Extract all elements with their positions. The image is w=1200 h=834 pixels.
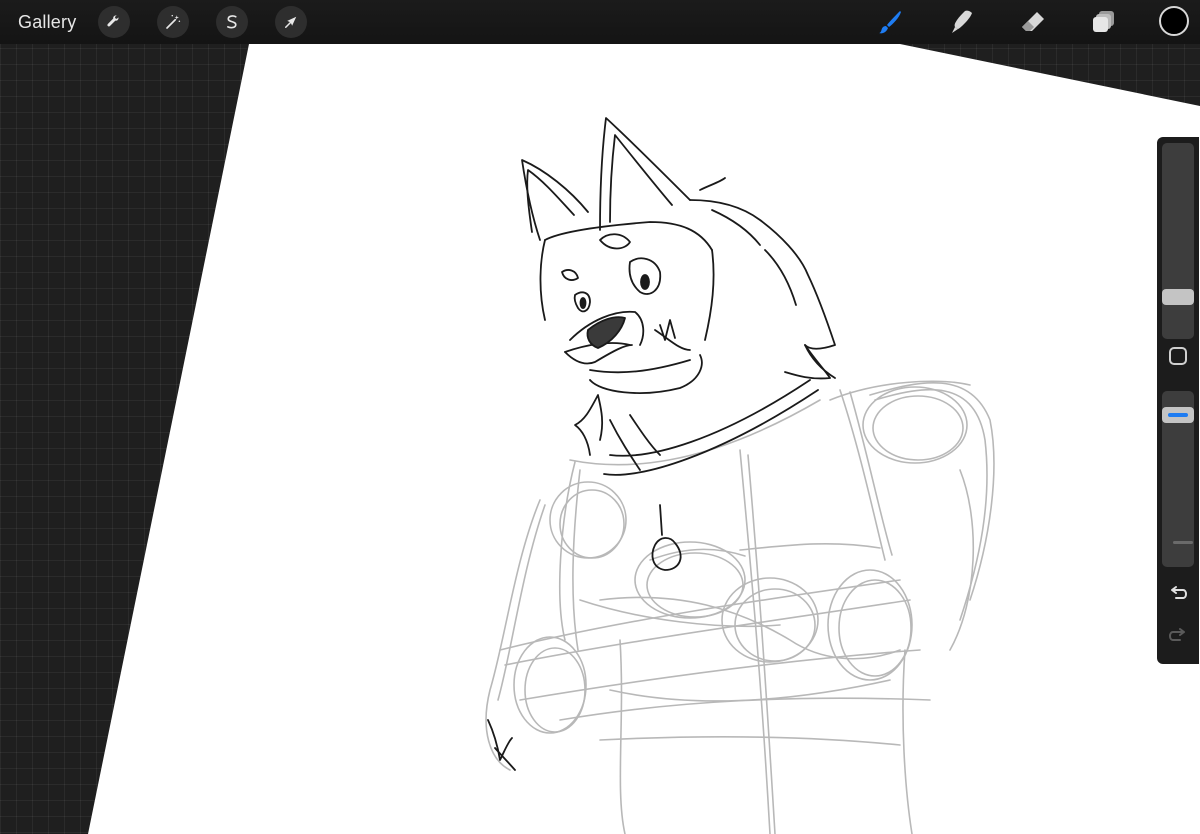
brush-icon <box>879 11 901 34</box>
layers-button[interactable] <box>1088 6 1120 38</box>
selection-s-icon <box>227 15 237 29</box>
brush-size-slider[interactable] <box>1162 143 1194 339</box>
undo-icon <box>1171 586 1188 599</box>
eraser-icon <box>1022 12 1044 31</box>
brush-size-thumb[interactable] <box>1162 289 1194 305</box>
eraser-tool-button[interactable] <box>1017 6 1049 38</box>
canvas-paper-sheet[interactable] <box>88 44 1200 834</box>
brush-opacity-thumb[interactable] <box>1162 407 1194 423</box>
redo-icon <box>1168 628 1185 641</box>
opacity-track-marker <box>1173 541 1193 544</box>
undo-button[interactable] <box>1166 583 1190 605</box>
selection-button[interactable] <box>216 6 248 38</box>
procreate-app: Gallery <box>0 0 1200 834</box>
redo-button[interactable] <box>1166 625 1190 647</box>
adjustments-button[interactable] <box>157 6 189 38</box>
color-swatch[interactable] <box>1159 6 1189 36</box>
drawing-canvas[interactable] <box>0 0 1200 834</box>
top-toolbar: Gallery <box>0 0 1200 44</box>
brush-sidebar <box>1157 137 1199 664</box>
transform-button[interactable] <box>275 6 307 38</box>
transform-arrow-icon <box>285 16 297 28</box>
gallery-button[interactable]: Gallery <box>18 10 76 34</box>
modify-button[interactable] <box>1169 347 1187 365</box>
actions-button[interactable] <box>98 6 130 38</box>
magic-wand-icon <box>166 14 181 29</box>
smudge-tool-button[interactable] <box>946 6 978 38</box>
brush-opacity-slider[interactable] <box>1162 391 1194 567</box>
brush-tool-button[interactable] <box>874 6 906 38</box>
smudge-icon <box>952 10 972 33</box>
wrench-icon <box>107 15 119 27</box>
layers-icon <box>1093 11 1114 32</box>
